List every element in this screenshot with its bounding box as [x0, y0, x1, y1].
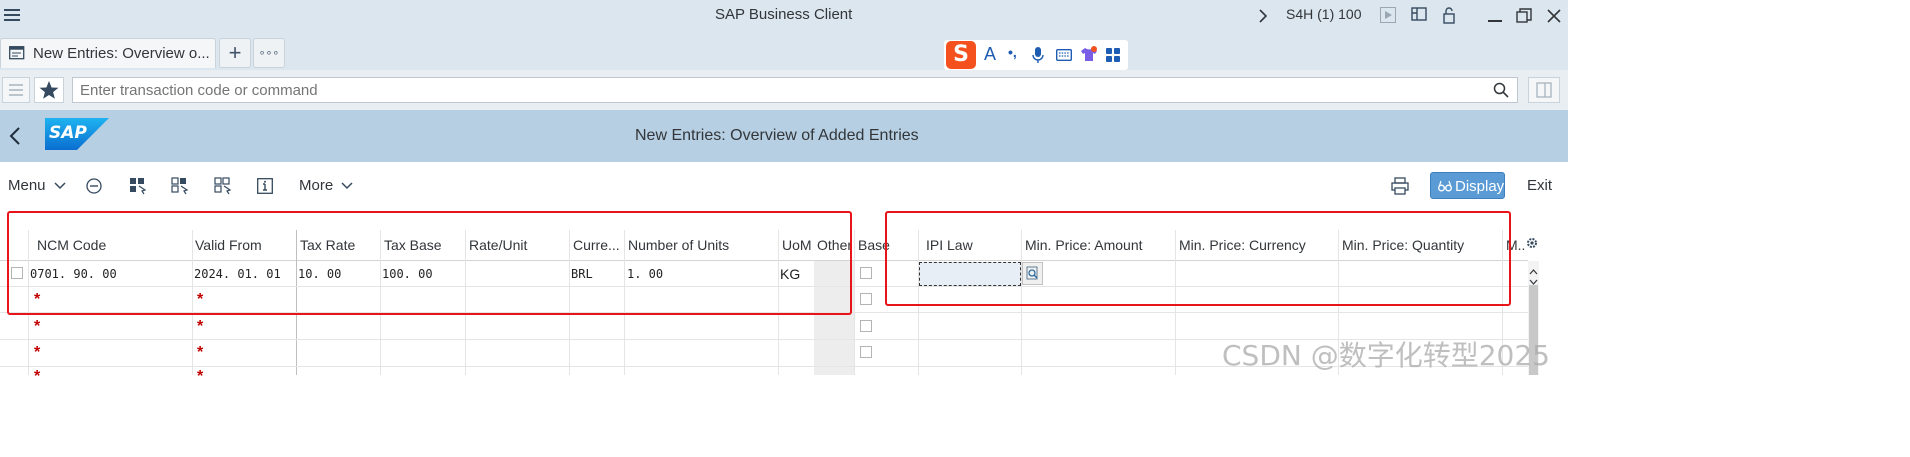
- glasses-icon: [1438, 180, 1452, 192]
- base-checkbox[interactable]: [860, 346, 872, 358]
- more-button[interactable]: More: [299, 177, 353, 194]
- required-marker: *: [197, 318, 204, 335]
- annotation-box-right: [885, 211, 1511, 306]
- sap-logo-text: SAP: [49, 123, 87, 143]
- shirt-icon[interactable]: [1080, 46, 1098, 67]
- watermark: CSDN @数字化转型2025: [1222, 339, 1550, 372]
- ime-letter-icon[interactable]: A: [984, 44, 996, 65]
- window-icon: [9, 46, 25, 65]
- chevron-right-icon[interactable]: [1258, 8, 1268, 29]
- search-icon[interactable]: [1493, 82, 1509, 103]
- system-id[interactable]: S4H (1) 100: [1286, 6, 1361, 22]
- tab-label: New Entries: Overview o...: [33, 45, 210, 62]
- sogou-logo-icon[interactable]: S: [946, 41, 976, 69]
- back-icon[interactable]: [8, 126, 22, 151]
- menu-button[interactable]: Menu: [8, 177, 66, 194]
- microphone-icon[interactable]: [1032, 47, 1044, 68]
- page-title: New Entries: Overview of Added Entries: [635, 127, 919, 144]
- select-all-icon[interactable]: [129, 177, 147, 200]
- sap-logo: SAP: [45, 118, 109, 150]
- close-icon[interactable]: [1546, 8, 1562, 29]
- side-panel-icon[interactable]: [1528, 77, 1560, 103]
- lock-icon[interactable]: [1442, 6, 1456, 29]
- chevron-down-icon: [54, 182, 66, 190]
- display-button[interactable]: Display: [1430, 172, 1505, 199]
- title-bar: SAP Business Client S4H (1) 100: [0, 0, 1568, 32]
- annotation-box-left: [7, 211, 852, 315]
- apps-grid-icon[interactable]: [1106, 48, 1120, 67]
- select-block-icon[interactable]: [171, 177, 189, 200]
- application-toolbar: [0, 162, 1568, 210]
- settings-gear-icon[interactable]: [1525, 236, 1539, 255]
- keyboard-icon[interactable]: [1055, 48, 1073, 66]
- chevron-down-icon: [341, 182, 353, 190]
- hamburger-menu-icon[interactable]: [4, 8, 20, 22]
- base-checkbox[interactable]: [860, 293, 872, 305]
- favorites-star-icon[interactable]: [34, 77, 64, 103]
- play-icon[interactable]: [1380, 7, 1396, 28]
- print-icon[interactable]: [1391, 177, 1409, 200]
- required-marker: *: [197, 368, 204, 385]
- command-input[interactable]: [72, 77, 1518, 103]
- more-label: More: [299, 177, 334, 194]
- minimize-icon[interactable]: [1488, 20, 1502, 22]
- more-tabs-button[interactable]: ∘∘∘: [253, 38, 285, 68]
- ime-toolbar: S A •,: [944, 40, 1128, 70]
- exit-button[interactable]: Exit: [1527, 177, 1552, 194]
- add-tab-button[interactable]: +: [219, 38, 251, 68]
- punctuation-icon[interactable]: •,: [1008, 44, 1017, 60]
- layout-icon[interactable]: [1411, 7, 1429, 28]
- base-checkbox[interactable]: [860, 320, 872, 332]
- grid-line: [854, 230, 855, 375]
- deselect-all-icon[interactable]: [214, 177, 232, 200]
- required-marker: *: [197, 344, 204, 361]
- tab-new-entries[interactable]: New Entries: Overview o...: [0, 38, 216, 68]
- info-icon[interactable]: [257, 178, 273, 199]
- display-label: Display: [1455, 178, 1505, 195]
- required-marker: *: [34, 318, 41, 335]
- list-icon[interactable]: [2, 77, 30, 103]
- maximize-icon[interactable]: [1516, 8, 1532, 29]
- menu-label: Menu: [8, 177, 46, 194]
- app-title: SAP Business Client: [715, 6, 853, 23]
- required-marker: *: [34, 368, 41, 385]
- base-checkbox[interactable]: [860, 267, 872, 279]
- delete-row-icon[interactable]: [86, 178, 102, 199]
- required-marker: *: [34, 344, 41, 361]
